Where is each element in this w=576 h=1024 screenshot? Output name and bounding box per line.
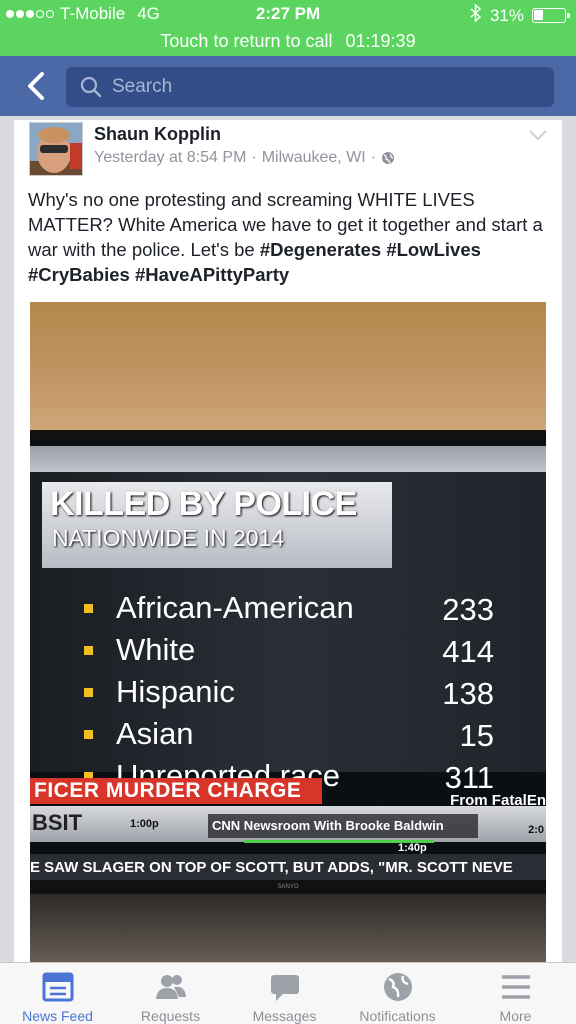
tv-headline: KILLED BY POLICE bbox=[50, 485, 357, 523]
return-to-call-banner[interactable]: Touch to return to call 01:19:39 bbox=[0, 28, 576, 56]
tv-subhead: NATIONWIDE IN 2014 bbox=[52, 525, 285, 551]
navigation-bar: Search bbox=[0, 56, 576, 116]
status-bar: T-Mobile 4G 2:27 PM 31% bbox=[0, 0, 576, 28]
tab-label: Messages bbox=[252, 1008, 317, 1024]
meta-separator: · bbox=[251, 149, 257, 166]
chevron-down-icon bbox=[529, 130, 547, 141]
post-timestamp[interactable]: Yesterday at 8:54 PM bbox=[94, 149, 246, 167]
stat-row: African-American 233 bbox=[84, 590, 494, 630]
search-placeholder: Search bbox=[112, 76, 173, 97]
red-ticker: FICER MURDER CHARGE bbox=[30, 778, 322, 804]
hashtag[interactable]: #HaveAPittyParty bbox=[135, 264, 289, 285]
stat-value: 414 bbox=[442, 634, 494, 669]
battery-percent: 31% bbox=[489, 5, 524, 25]
back-button[interactable] bbox=[18, 68, 54, 104]
post-card: Shaun Kopplin Yesterday at 8:54 PM · Mil… bbox=[14, 120, 562, 980]
stat-value: 138 bbox=[442, 676, 494, 711]
battery-level bbox=[534, 10, 543, 20]
tab-label: More bbox=[499, 1008, 532, 1024]
stat-row: Hispanic 138 bbox=[84, 674, 494, 714]
news-feed-icon bbox=[42, 972, 73, 1002]
call-timer: 01:19:39 bbox=[345, 31, 416, 51]
tv-top-band bbox=[30, 446, 546, 472]
bullet-icon bbox=[84, 646, 93, 655]
post-photo[interactable]: KILLED BY POLICE NATIONWIDE IN 2014 Afri… bbox=[30, 302, 546, 966]
more-icon bbox=[501, 975, 530, 999]
bullet-icon bbox=[84, 604, 93, 613]
post-body: Why's no one protesting and screaming WH… bbox=[28, 187, 548, 287]
globe-icon bbox=[382, 152, 395, 164]
band-left-text: BSIT bbox=[32, 810, 83, 835]
hashtag[interactable]: #Degenerates bbox=[260, 239, 381, 260]
bluetooth-icon bbox=[470, 3, 482, 27]
photo-wall-background bbox=[30, 302, 546, 442]
bullet-icon bbox=[84, 688, 93, 697]
stat-label: Asian bbox=[116, 716, 194, 751]
stat-label: White bbox=[116, 632, 196, 667]
tv-lower-band: BSIT 1:00p CNN Newsroom With Brooke Bald… bbox=[30, 806, 546, 842]
call-banner-text: Touch to return to call bbox=[160, 31, 333, 51]
news-feed[interactable]: Shaun Kopplin Yesterday at 8:54 PM · Mil… bbox=[0, 116, 576, 980]
search-input[interactable]: Search bbox=[66, 67, 554, 107]
requests-icon bbox=[155, 975, 186, 999]
post-meta: Yesterday at 8:54 PM · Milwaukee, WI · bbox=[94, 149, 395, 167]
tab-news-feed[interactable]: News Feed bbox=[0, 969, 115, 1024]
post-author[interactable]: Shaun Kopplin bbox=[94, 124, 221, 145]
search-icon bbox=[80, 76, 102, 98]
band-time-mid: 1:40p bbox=[398, 842, 427, 854]
phone-screen: T-Mobile 4G 2:27 PM 31% Touch to return … bbox=[0, 0, 576, 1024]
battery-icon bbox=[532, 8, 570, 23]
tab-bar: News Feed Requests Messages Notification… bbox=[0, 962, 576, 1024]
tv-brand-logo: SANYO bbox=[277, 884, 299, 890]
meta-separator: · bbox=[370, 149, 377, 166]
tab-notifications[interactable]: Notifications bbox=[340, 969, 455, 1024]
stat-value: 15 bbox=[459, 718, 494, 753]
tab-messages[interactable]: Messages bbox=[227, 969, 342, 1024]
stat-label: Hispanic bbox=[116, 674, 235, 709]
stat-row: Asian 15 bbox=[84, 716, 494, 756]
bullet-icon bbox=[84, 730, 93, 739]
tab-label: Requests bbox=[140, 1008, 201, 1024]
stat-value: 233 bbox=[442, 592, 494, 627]
hashtag[interactable]: #CryBabies bbox=[28, 264, 130, 285]
tab-more[interactable]: More bbox=[458, 969, 573, 1024]
stat-row: White 414 bbox=[84, 632, 494, 672]
tv-graphic: KILLED BY POLICE NATIONWIDE IN 2014 Afri… bbox=[30, 472, 546, 795]
notifications-icon bbox=[383, 973, 412, 1001]
tab-label: News Feed bbox=[22, 1008, 93, 1024]
tab-requests[interactable]: Requests bbox=[113, 969, 228, 1024]
post-options-button[interactable] bbox=[528, 128, 548, 141]
band-time-left: 1:00p bbox=[130, 818, 159, 830]
show-title: CNN Newsroom With Brooke Baldwin bbox=[208, 814, 478, 838]
messages-icon bbox=[270, 975, 299, 1001]
status-right: 31% bbox=[470, 3, 570, 27]
tv-stand bbox=[30, 894, 546, 966]
post-location[interactable]: Milwaukee, WI bbox=[262, 149, 366, 167]
hashtag[interactable]: #LowLives bbox=[386, 239, 481, 260]
avatar[interactable] bbox=[29, 122, 83, 176]
tv-screen: KILLED BY POLICE NATIONWIDE IN 2014 Afri… bbox=[30, 440, 546, 880]
band-time-right: 2:0 bbox=[528, 824, 544, 836]
tv-set: KILLED BY POLICE NATIONWIDE IN 2014 Afri… bbox=[30, 430, 546, 966]
chevron-left-icon bbox=[28, 72, 44, 100]
news-crawl: E SAW SLAGER ON TOP OF SCOTT, BUT ADDS, … bbox=[30, 854, 546, 880]
stat-label: African-American bbox=[116, 590, 354, 625]
tab-label: Notifications bbox=[359, 1008, 436, 1024]
stat-value: 311 bbox=[444, 760, 494, 795]
